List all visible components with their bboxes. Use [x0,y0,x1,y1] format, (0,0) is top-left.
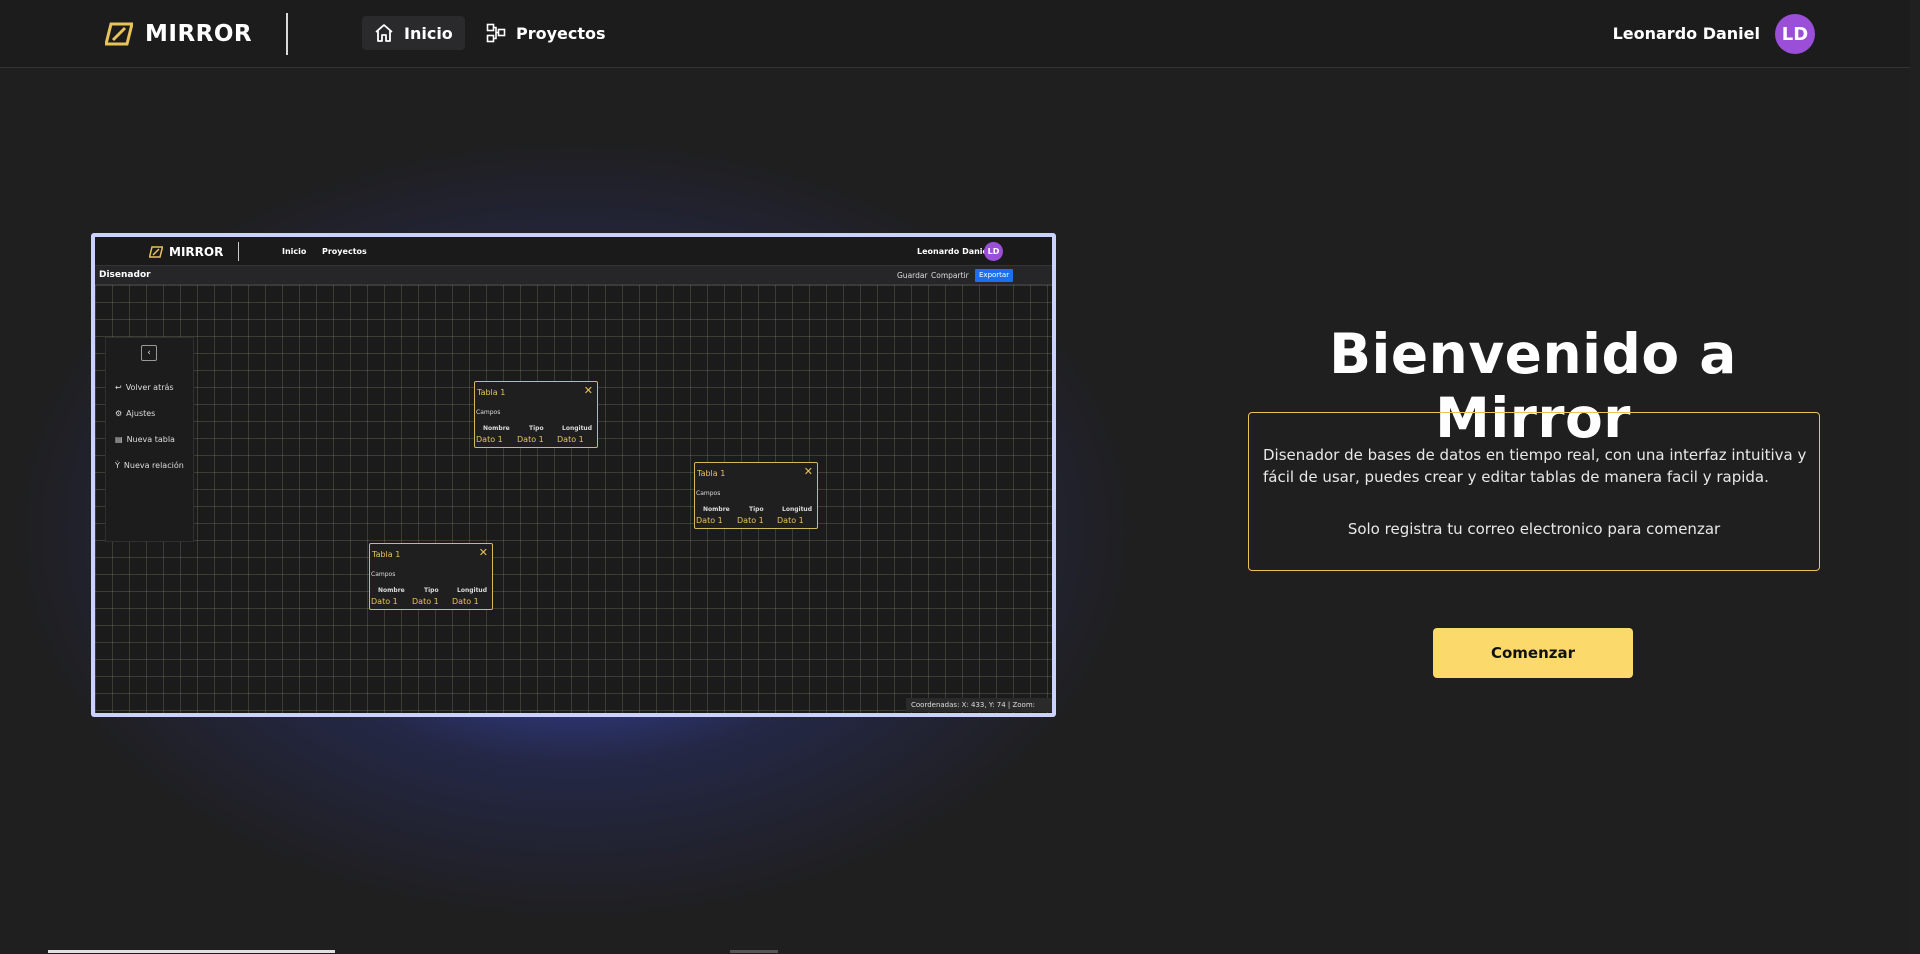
table-value: Dato 1 [777,516,804,525]
table-header: Longitud [782,506,813,513]
table-header: Longitud [457,587,488,594]
table-section: Campos [371,571,396,578]
description-box: Disenador de bases de datos en tiempo re… [1248,412,1820,571]
bottom-marker [730,950,778,953]
preview-logo: MIRROR [149,245,223,259]
table-value: Dato 1 [476,435,503,444]
nav-label: Inicio [404,23,453,43]
diagram-icon [486,23,506,43]
table-title: Tabla 1 [697,469,726,478]
relation-icon: Ỳ [115,461,120,470]
preview-sidebar-settings: ⚙ Ajustes [115,409,155,418]
close-icon: ✕ [803,465,813,478]
table-header: Nombre [703,506,730,513]
nav-divider [286,13,288,55]
table-value: Dato 1 [452,597,479,606]
nav-label: Proyectos [516,23,606,43]
table-header: Tipo [529,425,544,432]
preview-share: Compartir [931,271,969,280]
avatar[interactable]: LD [1775,14,1815,54]
table-value: Dato 1 [371,597,398,606]
bottom-divider [48,950,335,953]
table-title: Tabla 1 [372,550,401,559]
gear-icon: ⚙ [115,409,123,418]
preview-subheader: Disenador Guardar Compartir Exportar [95,266,1052,285]
start-button[interactable]: Comenzar [1433,628,1633,678]
brand-name: MIRROR [145,21,253,47]
preview-table-card: Tabla 1 ✕ Campos Nombre Tipo Longitud Da… [369,543,493,610]
preview-avatar: LD [984,242,1003,261]
preview-divider [238,242,239,261]
table-header: Nombre [378,587,405,594]
table-value: Dato 1 [517,435,544,444]
table-section: Campos [476,409,501,416]
preview-sidebar-label: Volver atrás [125,383,174,392]
table-value: Dato 1 [412,597,439,606]
table-icon: ▤ [115,435,123,444]
nav-item-inicio[interactable]: Inicio [362,16,465,50]
preview-sidebar-back: ↩ Volver atrás [115,383,174,392]
nav-item-proyectos[interactable]: Proyectos [474,16,618,50]
preview-nav-proyectos: Proyectos [322,247,367,256]
logo-icon [105,22,133,46]
preview-sidebar-label: Ajustes [126,409,156,418]
table-header: Longitud [562,425,593,432]
table-header: Nombre [483,425,510,432]
preview-save: Guardar [897,271,928,280]
preview-table-card: Tabla 1 ✕ Campos Nombre Tipo Longitud Da… [474,381,598,448]
preview-sidebar: ‹ ↩ Volver atrás ⚙ Ajustes ▤ Nueva tabla… [105,337,194,542]
preview-brand: MIRROR [169,245,224,259]
scrollbar[interactable] [1910,0,1920,954]
table-title: Tabla 1 [477,388,506,397]
chevron-left-icon: ‹ [141,345,157,361]
preview-canvas: ‹ ↩ Volver atrás ⚙ Ajustes ▤ Nueva tabla… [95,285,1052,713]
table-header: Tipo [749,506,764,513]
preview-page-title: Disenador [99,270,151,280]
table-value: Dato 1 [737,516,764,525]
preview-status-bar: Coordenadas: X: 433, Y: 74 | Zoom: 1.00x [906,698,1052,712]
description-subtext: Solo registra tu correo electronico para… [1347,520,1721,538]
close-icon: ✕ [583,384,593,397]
preview-sidebar-label: Nueva relación [123,461,184,470]
description-text: Disenador de bases de datos en tiempo re… [1263,446,1807,486]
preview-nav-inicio: Inicio [282,247,307,256]
table-section: Campos [696,490,721,497]
user-name[interactable]: Leonardo Daniel [1613,24,1760,43]
preview-navbar: MIRROR Inicio Proyectos Leonardo Daniel … [95,237,1052,266]
table-header: Tipo [424,587,439,594]
preview-sidebar-label: Nueva tabla [126,435,175,444]
home-icon [375,24,393,42]
close-icon: ✕ [478,546,488,559]
brand-logo[interactable]: MIRROR [105,20,252,48]
return-icon: ↩ [115,383,122,392]
app-preview-image: MIRROR Inicio Proyectos Leonardo Daniel … [91,233,1056,717]
preview-sidebar-new-table: ▤ Nueva tabla [115,435,175,444]
logo-icon [149,246,163,258]
preview-table-card: Tabla 1 ✕ Campos Nombre Tipo Longitud Da… [694,462,818,529]
table-value: Dato 1 [557,435,584,444]
table-value: Dato 1 [696,516,723,525]
top-navbar: MIRROR Inicio Proyectos Leonardo Daniel … [0,0,1920,68]
preview-sidebar-new-relation: Ỳ Nueva relación [115,461,184,470]
preview-user-name: Leonardo Daniel [917,247,991,256]
preview-export: Exportar [975,269,1014,282]
